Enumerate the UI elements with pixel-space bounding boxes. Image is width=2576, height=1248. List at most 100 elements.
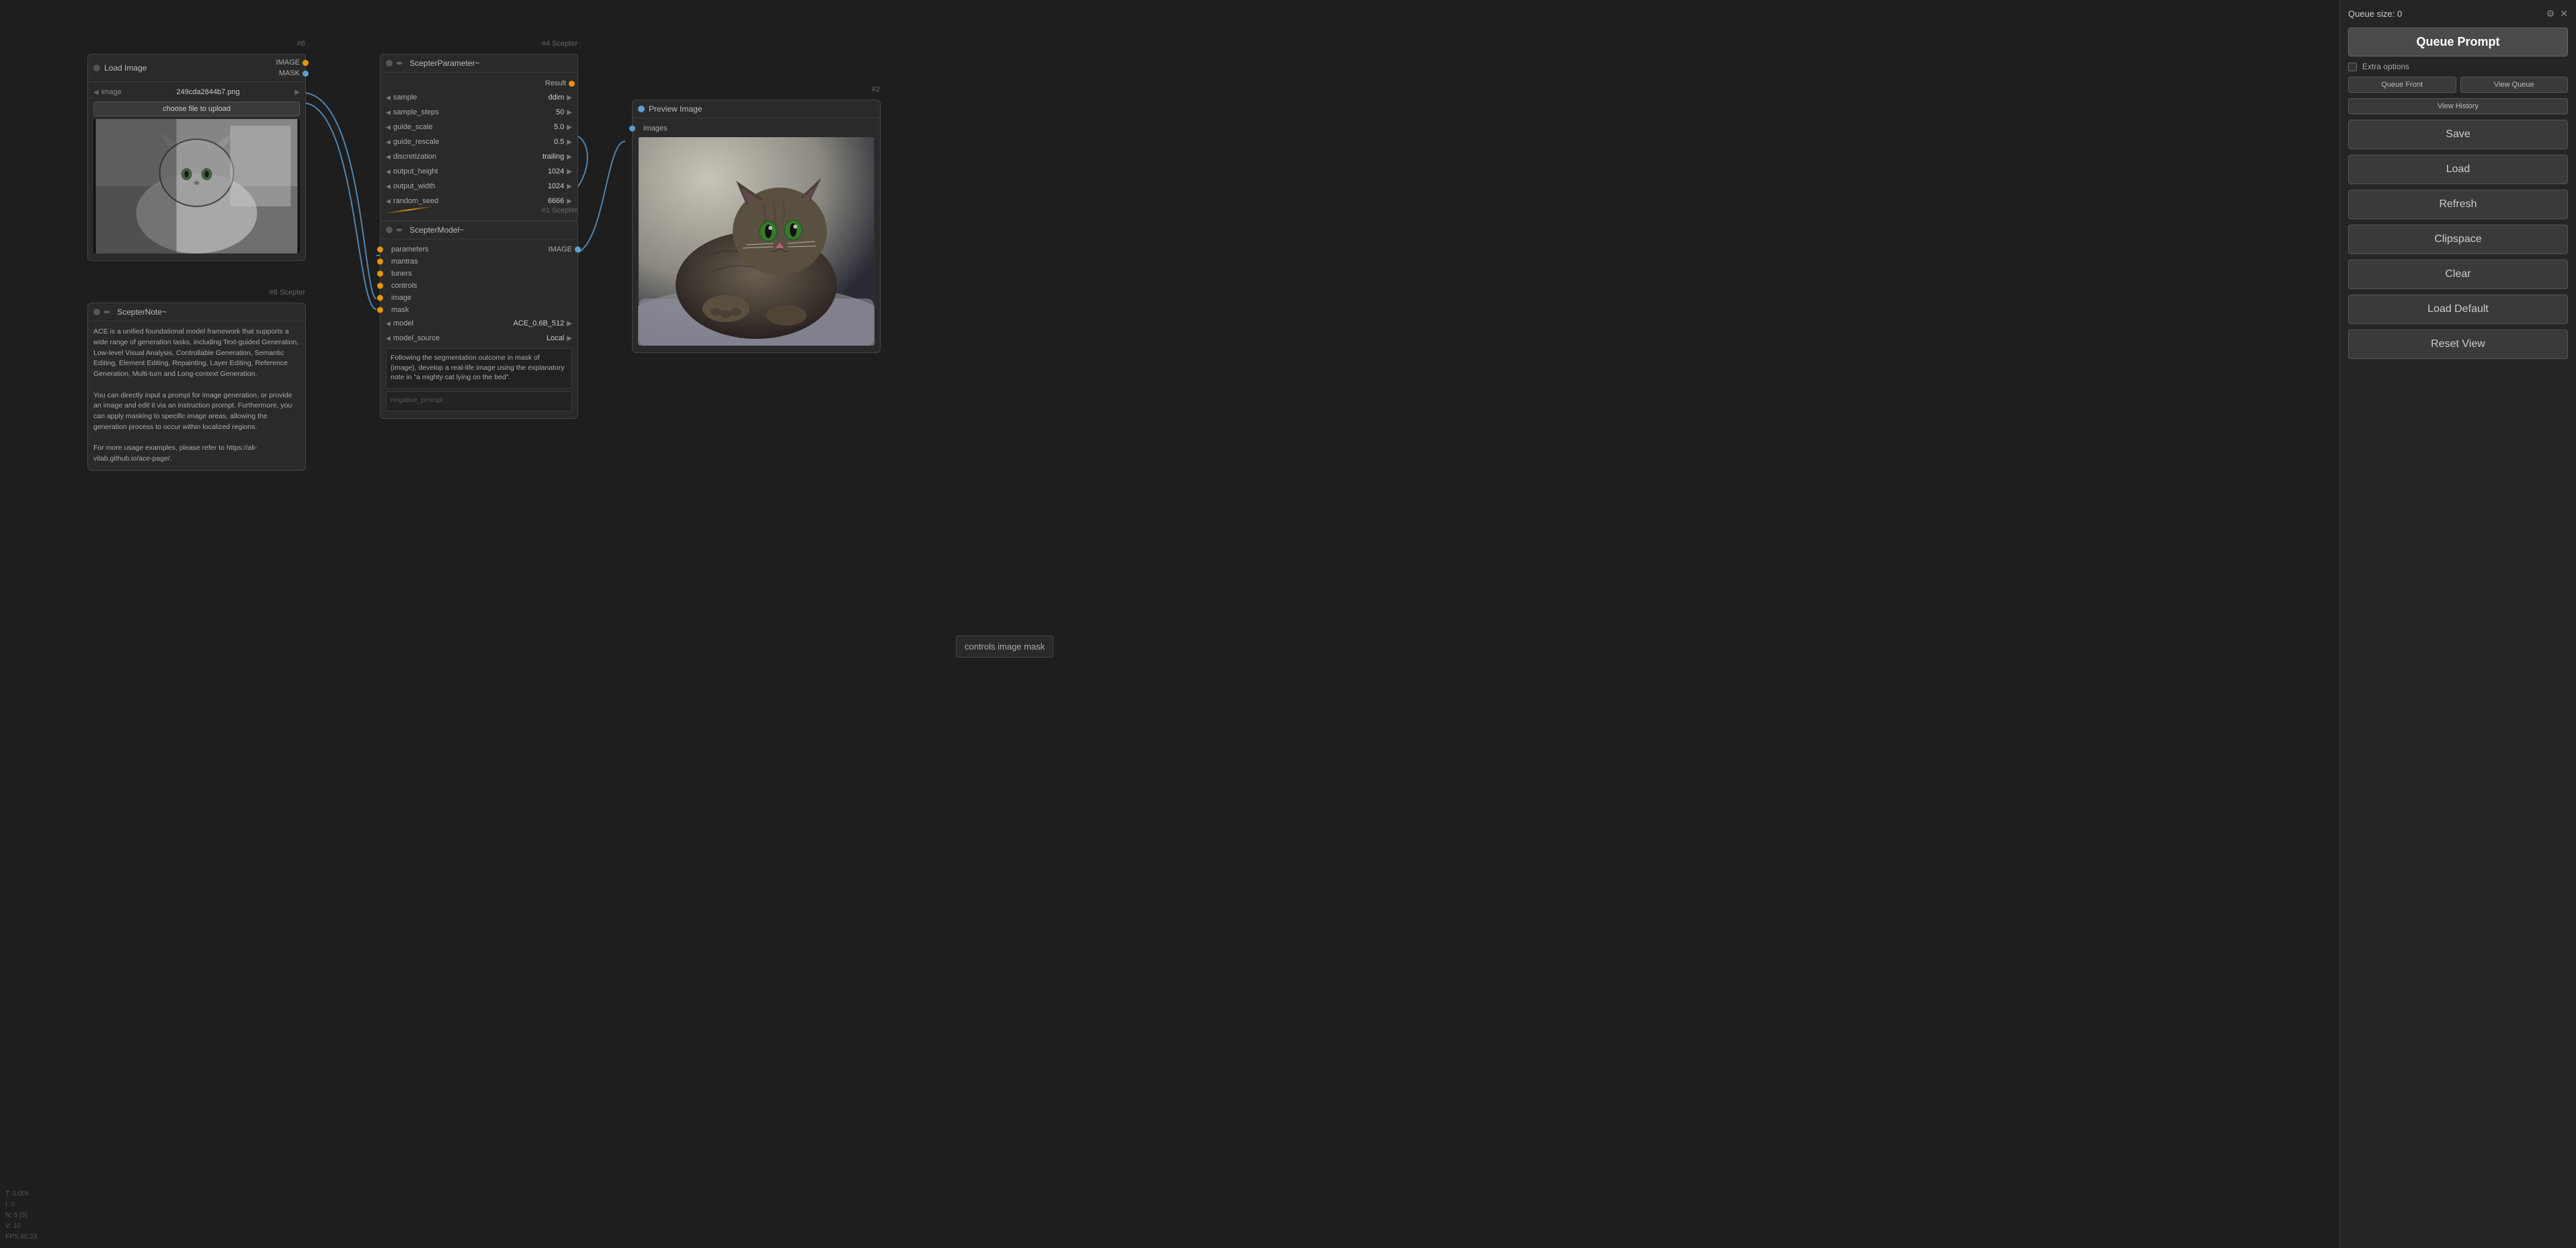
parameters-label: parameters bbox=[391, 245, 429, 254]
result-port[interactable] bbox=[569, 81, 575, 87]
guide-rescale-label: guide_rescale bbox=[393, 138, 551, 146]
model-param-value: ACE_0.6B_512 bbox=[513, 319, 564, 327]
param-row-discretization: ◀ discretization trailing ▶ bbox=[380, 149, 577, 164]
controls-port-row: controls bbox=[380, 280, 577, 292]
model-source-value: Local bbox=[547, 334, 564, 342]
prompt-textarea[interactable]: Following the segmentation outcome in ma… bbox=[386, 348, 572, 389]
disc-arrow[interactable]: ◀ bbox=[386, 153, 391, 161]
file-prev-arrow[interactable]: ◀ bbox=[93, 89, 99, 96]
param-row-output-width: ◀ output_width 1024 ▶ bbox=[380, 179, 577, 194]
model-arrow[interactable]: ◀ bbox=[386, 320, 391, 327]
load-default-button[interactable]: Load Default bbox=[2348, 295, 2568, 324]
load-image-header: Load Image IMAGE MASK bbox=[88, 54, 305, 82]
model-source-row: ◀ model_source Local ▶ bbox=[380, 331, 577, 346]
status-i: I: 0 bbox=[5, 1200, 37, 1210]
guide-rescale-btn[interactable]: ▶ bbox=[567, 139, 572, 146]
refresh-button[interactable]: Refresh bbox=[2348, 190, 2568, 219]
seed-arrow[interactable]: ◀ bbox=[386, 198, 391, 205]
load-image-title: Load Image bbox=[104, 63, 147, 73]
output-image-port[interactable] bbox=[303, 60, 309, 66]
guide-rescale-arrow[interactable]: ◀ bbox=[386, 139, 391, 146]
connections-svg bbox=[0, 0, 2339, 1248]
image-preview-area bbox=[93, 119, 300, 254]
param-row-steps: ◀ sample_steps 50 ▶ bbox=[380, 105, 577, 120]
seed-label: random_seed bbox=[393, 197, 545, 205]
parameters-port-row: parameters IMAGE bbox=[380, 243, 577, 256]
clipspace-button[interactable]: Clipspace bbox=[2348, 225, 2568, 254]
model-source-arrow[interactable]: ◀ bbox=[386, 335, 391, 342]
model-param-btn[interactable]: ▶ bbox=[567, 320, 572, 327]
steps-arrow[interactable]: ◀ bbox=[386, 109, 391, 116]
images-in-port[interactable] bbox=[629, 126, 635, 132]
view-history-button[interactable]: View History bbox=[2348, 98, 2568, 114]
clear-button[interactable]: Clear bbox=[2348, 260, 2568, 289]
height-label: output_height bbox=[393, 167, 545, 176]
width-btn[interactable]: ▶ bbox=[567, 183, 572, 190]
gear-icon[interactable]: ⚙ bbox=[2546, 8, 2555, 20]
queue-prompt-button[interactable]: Queue Prompt bbox=[2348, 28, 2568, 56]
extra-options-row: Extra options bbox=[2348, 62, 2568, 71]
note-title: ScepterNote~ bbox=[117, 307, 167, 317]
sample-label: sample bbox=[393, 93, 546, 102]
status-v: V: 10 bbox=[5, 1221, 37, 1232]
controls-port[interactable] bbox=[377, 283, 383, 289]
disc-btn[interactable]: ▶ bbox=[567, 153, 572, 161]
file-next-arrow[interactable]: ▶ bbox=[294, 89, 300, 96]
guide-scale-arrow[interactable]: ◀ bbox=[386, 124, 391, 131]
image-output-port[interactable] bbox=[575, 247, 581, 253]
seed-btn[interactable]: ▶ bbox=[567, 198, 572, 205]
model-source-label: model_source bbox=[393, 334, 544, 342]
preview-image-node: #2 Preview Image images bbox=[632, 100, 881, 353]
preview-title: Preview Image bbox=[649, 104, 702, 114]
model-param-label: model bbox=[393, 319, 511, 327]
width-value: 1024 bbox=[548, 182, 564, 190]
height-arrow[interactable]: ◀ bbox=[386, 168, 391, 176]
close-icon[interactable]: ✕ bbox=[2560, 8, 2568, 20]
view-queue-button[interactable]: View Queue bbox=[2460, 77, 2569, 93]
save-button[interactable]: Save bbox=[2348, 120, 2568, 149]
preview-content: images bbox=[633, 118, 880, 352]
param-icon: ✏ bbox=[397, 59, 403, 68]
load-image-node: #6 Load Image IMAGE MASK ◀ image 249cda2… bbox=[87, 54, 306, 261]
image-in-port[interactable] bbox=[377, 295, 383, 301]
parameters-port[interactable] bbox=[377, 247, 383, 253]
width-label: output_width bbox=[393, 182, 545, 190]
right-panel: Queue size: 0 ⚙ ✕ Queue Prompt Extra opt… bbox=[2339, 0, 2576, 1248]
param-row-sample: ◀ sample ddim ▶ bbox=[380, 90, 577, 105]
result-row: Result bbox=[380, 77, 577, 90]
extra-options-checkbox[interactable] bbox=[2348, 63, 2357, 71]
guide-scale-btn[interactable]: ▶ bbox=[567, 124, 572, 131]
mask-in-label: mask bbox=[391, 306, 409, 314]
output-mask-label: MASK bbox=[279, 69, 300, 77]
images-port-row: images bbox=[633, 122, 880, 134]
tuners-port[interactable] bbox=[377, 271, 383, 277]
param-status-dot bbox=[386, 60, 393, 67]
scepter-note-node: #8 Scepter ✏ ScepterNote~ ACE is a unifi… bbox=[87, 303, 306, 471]
height-btn[interactable]: ▶ bbox=[567, 168, 572, 176]
load-button[interactable]: Load bbox=[2348, 155, 2568, 184]
model-source-btn[interactable]: ▶ bbox=[567, 335, 572, 342]
model-icon: ✏ bbox=[397, 226, 403, 235]
images-in-label: images bbox=[643, 124, 667, 132]
sample-btn[interactable]: ▶ bbox=[567, 94, 572, 102]
status-t: T: 0.00s bbox=[5, 1189, 37, 1200]
queue-front-button[interactable]: Queue Front bbox=[2348, 77, 2456, 93]
width-arrow[interactable]: ◀ bbox=[386, 183, 391, 190]
model-title: ScepterModel~ bbox=[409, 225, 464, 235]
guide-scale-label: guide_scale bbox=[393, 123, 551, 131]
load-image-status-dot bbox=[93, 65, 100, 71]
cat-sketch-svg bbox=[93, 119, 300, 254]
load-image-content: ◀ image 249cda2844b7.png ▶ choose file t… bbox=[88, 82, 305, 260]
param-title: ScepterParameter~ bbox=[409, 58, 479, 68]
output-mask-port[interactable] bbox=[303, 71, 309, 77]
reset-view-button[interactable]: Reset View bbox=[2348, 329, 2568, 359]
status-fps: FPS:60.24 bbox=[5, 1232, 37, 1243]
cat-photo-area bbox=[638, 137, 875, 346]
neg-prompt-textarea[interactable]: negative_prompt bbox=[386, 391, 572, 412]
model-node-id: #1 Scepter bbox=[542, 206, 577, 214]
mantras-port[interactable] bbox=[377, 259, 383, 265]
sample-arrow[interactable]: ◀ bbox=[386, 94, 391, 102]
steps-btn[interactable]: ▶ bbox=[567, 109, 572, 116]
mask-in-port[interactable] bbox=[377, 307, 383, 313]
upload-button[interactable]: choose file to upload bbox=[93, 102, 300, 116]
